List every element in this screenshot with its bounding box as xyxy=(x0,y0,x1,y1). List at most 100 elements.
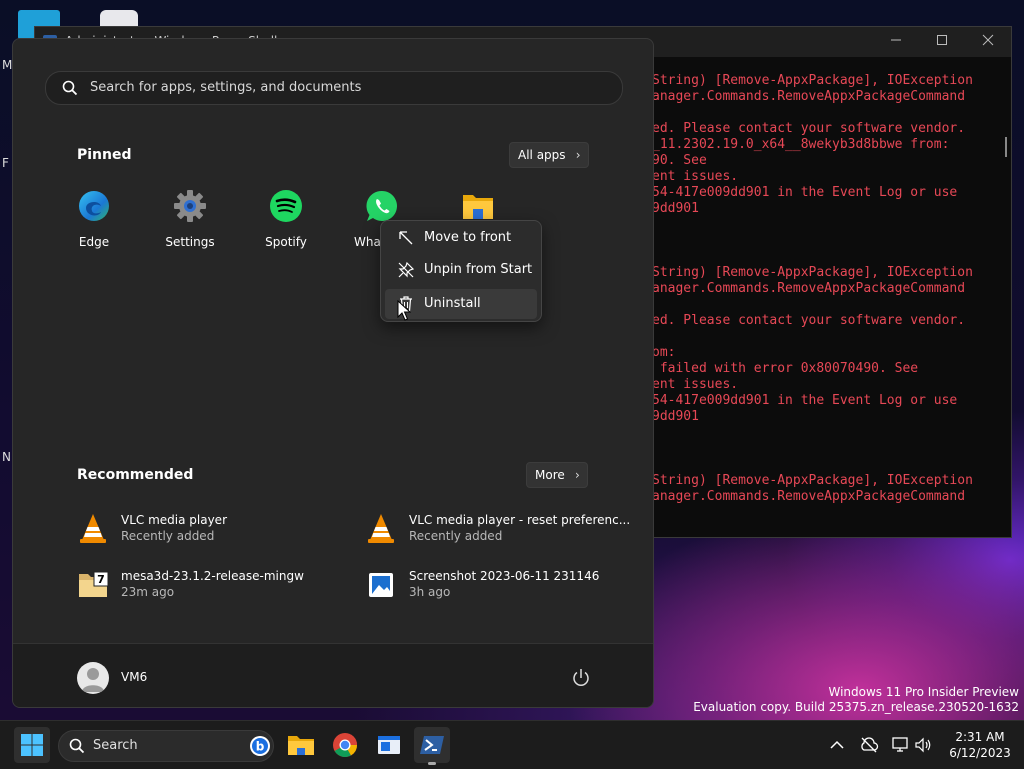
whatsapp-icon xyxy=(366,190,397,221)
recommended-item-name: mesa3d-23.1.2-release-mingw xyxy=(121,569,304,583)
pinned-app-spotify[interactable]: Spotify xyxy=(241,189,331,249)
mouse-cursor-icon xyxy=(397,300,411,321)
terminal-line: ed. Please contact your software vendor. xyxy=(652,121,966,136)
cloud-offline-icon[interactable] xyxy=(859,735,879,755)
menu-item-label: Unpin from Start xyxy=(424,262,533,277)
terminal-line: 9dd901 xyxy=(652,409,699,424)
recommended-item-name: VLC media player - reset preferenc... xyxy=(409,513,631,527)
menu-item-unpin-from-start[interactable]: Unpin from Start xyxy=(385,255,537,285)
volume-icon[interactable] xyxy=(913,735,933,755)
terminal-line: failed with error 0x80070490. See xyxy=(652,361,919,376)
taskbar-chrome[interactable] xyxy=(327,727,363,763)
terminal-line: anager.Commands.RemoveAppxPackageCommand xyxy=(652,89,966,104)
terminal-line: _11.2302.19.0_x64__8wekyb3d8bbwe from: xyxy=(652,137,950,152)
maximize-button[interactable] xyxy=(927,31,957,53)
folder-icon xyxy=(288,736,314,755)
minimize-button[interactable] xyxy=(881,31,911,53)
power-icon xyxy=(573,669,589,686)
terminal-line: String) [Remove-AppxPackage], IOExceptio… xyxy=(652,265,973,280)
taskbar-file-explorer[interactable] xyxy=(283,727,319,763)
search-placeholder: Search for apps, settings, and documents xyxy=(90,80,362,95)
terminal-line: 54-417e009dd901 in the Event Log or use xyxy=(652,393,958,408)
recommended-item[interactable]: Screenshot 2023-06-11 231146 3h ago xyxy=(365,569,625,603)
7zip-archive-icon: 7 xyxy=(79,571,109,597)
clock-time: 2:31 AM xyxy=(955,730,1005,744)
start-menu: Search for apps, settings, and documents… xyxy=(12,38,654,708)
desktop-label-fragment: M xyxy=(2,58,13,72)
start-menu-footer: VM6 xyxy=(13,643,653,707)
pinned-app-settings[interactable]: Settings xyxy=(145,189,235,249)
chevron-right-icon: › xyxy=(575,148,581,162)
terminal-line: 9dd901 xyxy=(652,201,699,216)
chevron-right-icon: › xyxy=(574,468,580,482)
application-window-icon xyxy=(378,736,400,754)
recommended-item-subtitle: 23m ago xyxy=(121,585,175,599)
all-apps-button[interactable]: All apps › xyxy=(509,142,589,168)
recommended-item-subtitle: Recently added xyxy=(121,529,215,543)
svg-text:b: b xyxy=(256,740,265,754)
settings-gear-icon xyxy=(174,190,206,222)
watermark-line: Windows 11 Pro Insider Preview xyxy=(828,685,1019,699)
taskbar-app-window[interactable] xyxy=(371,727,407,763)
unpin-icon xyxy=(398,261,415,278)
taskbar-search-box[interactable]: Search b xyxy=(58,730,274,762)
watermark-line: Evaluation copy. Build 25375.zn_release.… xyxy=(693,700,1019,714)
arrow-up-left-icon xyxy=(399,231,413,245)
vlc-icon xyxy=(368,514,394,543)
edge-icon xyxy=(79,191,109,221)
terminal-line: String) [Remove-AppxPackage], IOExceptio… xyxy=(652,473,973,488)
recommended-item[interactable]: VLC media player - reset preferenc... Re… xyxy=(365,513,630,547)
chevron-up-icon[interactable] xyxy=(827,735,847,755)
clock-date: 6/12/2023 xyxy=(949,746,1011,760)
taskbar-search-label: Search xyxy=(93,738,138,753)
terminal-line: ent issues. xyxy=(652,377,739,392)
desktop-label-fragment: N xyxy=(2,450,11,464)
chrome-icon xyxy=(333,733,357,758)
recommended-heading: Recommended xyxy=(77,467,194,483)
start-button[interactable] xyxy=(14,727,50,763)
terminal-output[interactable]: String) [Remove-AppxPackage], IOExceptio… xyxy=(652,73,1002,533)
pinned-app-edge[interactable]: Edge xyxy=(49,189,139,249)
terminal-line: String) [Remove-AppxPackage], IOExceptio… xyxy=(652,73,973,88)
powershell-icon xyxy=(420,736,444,754)
recommended-item[interactable]: 7 mesa3d-23.1.2-release-mingw 23m ago xyxy=(77,569,337,603)
user-name[interactable]: VM6 xyxy=(121,670,147,684)
user-avatar[interactable] xyxy=(77,662,109,694)
menu-item-label: Uninstall xyxy=(424,296,481,311)
network-icon[interactable] xyxy=(891,735,911,755)
menu-item-label: Move to front xyxy=(424,230,512,245)
taskbar-clock[interactable]: 2:31 AM 6/12/2023 xyxy=(940,729,1020,761)
pinned-app-label: Spotify xyxy=(265,235,307,249)
terminal-line: 54-417e009dd901 in the Event Log or use xyxy=(652,185,958,200)
terminal-line: anager.Commands.RemoveAppxPackageCommand xyxy=(652,489,966,504)
svg-text:7: 7 xyxy=(97,573,105,586)
close-button[interactable] xyxy=(973,31,1003,53)
taskbar: Search b 2:31 AM 6/12/2023 xyxy=(0,720,1024,769)
desktop-label-fragment: F xyxy=(2,156,9,170)
more-button[interactable]: More › xyxy=(526,462,588,488)
all-apps-label: All apps xyxy=(518,148,566,162)
minimize-icon xyxy=(891,39,901,41)
recommended-item-name: VLC media player xyxy=(121,513,228,527)
evaluation-watermark: Windows 11 Pro Insider Preview Evaluatio… xyxy=(693,685,1019,715)
start-search-input[interactable]: Search for apps, settings, and documents xyxy=(45,71,623,105)
bing-icon: b xyxy=(250,736,270,756)
terminal-scrollbar-thumb[interactable] xyxy=(1005,137,1007,157)
menu-item-move-to-front[interactable]: Move to front xyxy=(385,223,537,253)
terminal-line: om: xyxy=(652,345,676,360)
image-file-icon xyxy=(369,573,393,597)
pinned-app-label: Settings xyxy=(165,235,215,249)
terminal-line: 90. See xyxy=(652,153,707,168)
taskbar-powershell[interactable] xyxy=(414,727,450,763)
power-button[interactable] xyxy=(569,666,593,690)
pinned-heading: Pinned xyxy=(77,147,132,163)
recommended-item[interactable]: VLC media player Recently added xyxy=(77,513,337,547)
